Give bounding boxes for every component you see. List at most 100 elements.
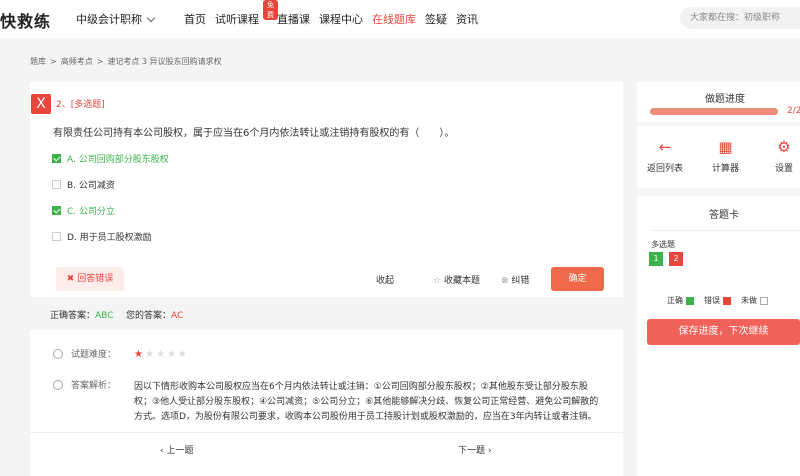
option-a[interactable]: A. 公司回购部分股东股权	[52, 152, 169, 165]
wrong-mark-icon: X	[31, 94, 51, 114]
tool-label: 返回列表	[647, 164, 684, 174]
analysis-text: 因以下情形收购本公司股权应当在6个月内依法转让或注销：①公司回购部分股东股权；②…	[134, 382, 599, 422]
question-number-wrong[interactable]: 2	[669, 252, 683, 266]
wrong-label: 回答错误	[77, 274, 114, 284]
correct-answer-label: 正确答案：	[50, 311, 96, 321]
calculator-button[interactable]: ▦ 计算器	[712, 138, 739, 174]
legend-wrong: 错误	[704, 296, 720, 305]
answer-bar: 正确答案：ABC 您的答案：AC	[30, 300, 623, 326]
calculator-icon: ▦	[718, 138, 733, 156]
checkbox-checked-icon[interactable]	[52, 154, 61, 163]
logo[interactable]: 快救练	[0, 8, 51, 32]
nav-course-center[interactable]: 课程中心	[319, 11, 363, 27]
option-c[interactable]: C. 公司分立	[52, 204, 115, 217]
prev-question-button[interactable]: ‹ 上一题	[160, 443, 193, 456]
progress-title: 做题进度	[705, 94, 745, 105]
breadcrumb-sep: >	[96, 57, 104, 66]
tool-label: 设置	[775, 164, 794, 174]
nav-question-bank[interactable]: 在线题库	[372, 11, 416, 27]
pager: ‹ 上一题 下一题 ›	[30, 432, 623, 462]
legend-undone-swatch	[760, 296, 768, 305]
close-icon: ✖	[66, 274, 78, 284]
your-answer-label: 您的答案：	[126, 311, 172, 321]
checkbox-checked-icon[interactable]	[52, 206, 61, 215]
back-to-list-button[interactable]: ← 返回列表	[647, 138, 683, 174]
question-stem: 有限责任公司持有本公司股权，属于应当在6个月内依法转让或注销持有股权的有（ ）。	[53, 128, 455, 139]
question-type: 2、[多选题]	[56, 100, 105, 110]
progress-bar	[650, 108, 778, 115]
option-label: A. 公司回购部分股东股权	[67, 155, 169, 165]
option-b[interactable]: B. 公司减资	[52, 178, 115, 191]
option-label: D. 用于员工股权激励	[67, 233, 152, 243]
tools-card: ← 返回列表 ▦ 计算器 ⚙ 设置	[637, 126, 800, 188]
tool-label: 计算器	[712, 164, 740, 174]
favorite-button[interactable]: ☆ 收藏本题	[433, 273, 480, 286]
legend-wrong-swatch	[723, 296, 731, 305]
top-bar: 快救练 中级会计职称 首页 试听课程 免费 直播课 课程中心 在线题库 签疑 资讯…	[0, 0, 800, 38]
star-filled-icon: ★	[134, 349, 145, 360]
star-empty-icon: ★	[177, 349, 189, 360]
chevron-down-icon	[146, 13, 156, 23]
divider	[651, 230, 800, 231]
your-answer-value: AC	[171, 311, 184, 321]
free-badge: 免费	[263, 0, 278, 20]
wrong-answer-badge: ✖ 回答错误	[56, 267, 124, 291]
legend-undone: 未做	[741, 296, 757, 305]
section-label: 多选题	[651, 240, 675, 249]
gear-icon: ⚙	[777, 138, 791, 156]
legend-correct-swatch	[686, 296, 694, 305]
report-icon: ⊗	[501, 276, 512, 286]
star-empty-icon: ★	[144, 349, 156, 360]
course-label: 中级会计职称	[76, 13, 142, 26]
correct-answer-value: ABC	[95, 311, 114, 321]
nav-qa[interactable]: 签疑	[425, 11, 447, 27]
progress-card: 做题进度 2/2	[637, 82, 800, 122]
your-answer: 您的答案：AC	[126, 308, 183, 321]
difficulty-stars: ★★★★★	[134, 349, 189, 360]
settings-button[interactable]: ⚙ 设置	[775, 138, 793, 174]
save-progress-button[interactable]: 保存进度，下次继续	[647, 319, 800, 345]
star-outline-icon: ☆	[433, 276, 444, 286]
favorite-label: 收藏本题	[443, 276, 480, 286]
nav-home[interactable]: 首页	[184, 11, 206, 27]
report-label: 纠错	[511, 276, 530, 286]
arrow-left-icon: ←	[658, 138, 672, 156]
report-error-button[interactable]: ⊗ 纠错	[501, 273, 529, 286]
nav-trial-courses[interactable]: 试听课程 免费	[215, 0, 278, 27]
next-question-button[interactable]: 下一题 ›	[458, 443, 491, 456]
breadcrumb-bank[interactable]: 题库	[30, 57, 46, 66]
option-label: C. 公司分立	[67, 207, 116, 217]
question-number-correct[interactable]: 1	[649, 252, 663, 266]
confirm-button[interactable]: 确定	[551, 267, 604, 291]
progress-count: 2/2	[787, 106, 800, 116]
difficulty-row: 试题难度：	[53, 347, 116, 360]
breadcrumb-sep: >	[50, 57, 57, 66]
nav-trial-courses-label: 试听课程	[215, 13, 259, 26]
option-label: B. 公司减资	[67, 181, 115, 191]
analysis-label: 答案解析：	[71, 381, 117, 391]
breadcrumb: 题库 > 高频考点 > 速记考点 3 异议股东回购请求权	[30, 56, 226, 67]
search-input[interactable]: 大家都在搜：初级职称	[680, 7, 800, 29]
question-card: X 2、[多选题] 有限责任公司持有本公司股权，属于应当在6个月内依法转让或注销…	[30, 82, 623, 297]
legend: 正确 错误 未做	[667, 295, 778, 306]
option-d[interactable]: D. 用于员工股权激励	[52, 230, 152, 243]
correct-answer: 正确答案：ABC	[50, 308, 113, 321]
breadcrumb-current: 速记考点 3 异议股东回购请求权	[107, 57, 222, 66]
difficulty-label: 试题难度：	[71, 350, 117, 360]
star-empty-icon: ★	[155, 349, 167, 360]
breadcrumb-hot[interactable]: 高频考点	[61, 57, 93, 66]
star-empty-icon: ★	[166, 349, 178, 360]
difficulty-icon	[53, 348, 63, 359]
main-nav: 首页 试听课程 免费 直播课 课程中心 在线题库 签疑 资讯	[184, 0, 487, 27]
course-selector[interactable]: 中级会计职称	[76, 11, 156, 27]
answer-card-title: 答题卡	[709, 210, 739, 221]
answer-card: 答题卡 多选题 1 2 正确 错误 未做 保存进度，下次继续	[637, 196, 800, 476]
nav-news[interactable]: 资讯	[456, 11, 478, 27]
nav-live[interactable]: 直播课	[277, 11, 310, 27]
checkbox-icon[interactable]	[52, 180, 61, 189]
analysis-icon	[53, 379, 63, 390]
analysis-row: 答案解析：	[53, 378, 116, 391]
checkbox-icon[interactable]	[52, 232, 61, 241]
legend-correct: 正确	[667, 296, 683, 305]
collapse-button[interactable]: 收起	[376, 273, 394, 286]
